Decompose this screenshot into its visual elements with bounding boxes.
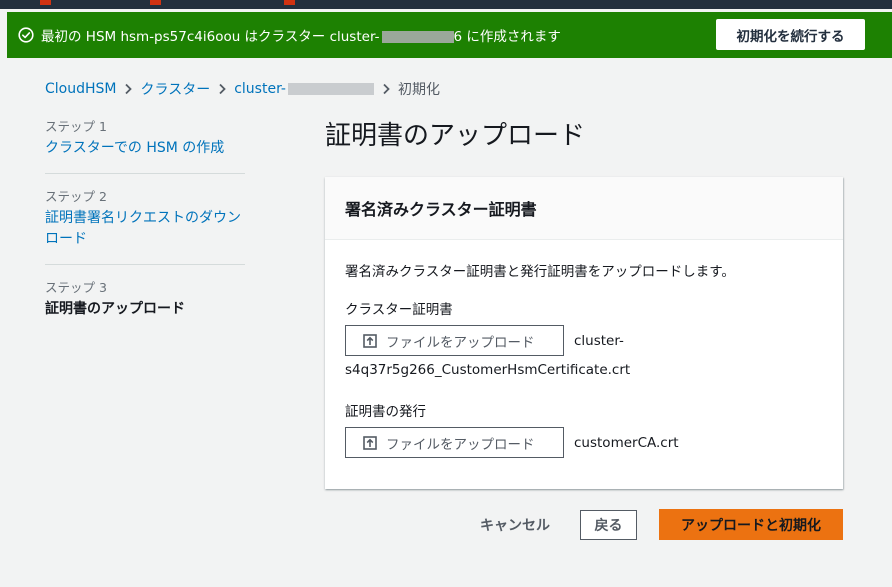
flash-message-prefix: 最初の HSM hsm-ps57c4i6oou はクラスター cluster- — [41, 29, 380, 45]
upload-button-label: ファイルをアップロード — [386, 436, 535, 453]
cluster-certificate-filename-cont: s4q37r5g266_CustomerHsmCertificate.crt — [345, 362, 631, 378]
success-flash-banner: 最初の HSM hsm-ps57c4i6oou はクラスター cluster- 6… — [7, 12, 892, 58]
breadcrumb-cluster-label: cluster- — [234, 81, 286, 97]
panel-description: 署名済みクラスター証明書と発行証明書をアップロードします。 — [345, 264, 735, 280]
issuing-certificate-row: ファイルをアップロード customerCA.crt — [345, 427, 823, 458]
upload-icon — [363, 435, 377, 450]
success-check-icon — [18, 27, 34, 43]
cluster-certificate-filename: cluster- — [574, 332, 624, 349]
issuing-certificate-filename: customerCA.crt — [574, 434, 679, 451]
flash-message-suffix: 6 に作成されます — [453, 29, 561, 45]
upload-and-initialize-button[interactable]: アップロードと初期化 — [659, 509, 843, 540]
cancel-button[interactable]: キャンセル — [470, 509, 560, 540]
top-bar-mark — [284, 0, 295, 5]
chevron-right-icon — [116, 83, 140, 95]
panel-header: 署名済みクラスター証明書 — [325, 177, 843, 240]
step-label: ステップ 3 — [45, 280, 107, 295]
wizard-step-3: ステップ 3 証明書のアップロード — [45, 279, 245, 334]
step-current-upload: 証明書のアップロード — [45, 301, 185, 317]
cluster-certificate-upload-button[interactable]: ファイルをアップロード — [345, 325, 564, 356]
wizard-step-1: ステップ 1 クラスターでの HSM の作成 — [45, 118, 245, 173]
continue-initialize-button[interactable]: 初期化を続行する — [716, 19, 865, 50]
back-button[interactable]: 戻る — [580, 510, 637, 540]
chevron-right-icon — [374, 83, 398, 95]
wizard-actions: キャンセル 戻る アップロードと初期化 — [0, 509, 892, 540]
breadcrumb: CloudHSM クラスター cluster- 初期化 — [45, 79, 440, 99]
panel-body: 署名済みクラスター証明書と発行証明書をアップロードします。 クラスター証明書 フ… — [325, 240, 843, 478]
breadcrumb-clusters[interactable]: クラスター — [140, 79, 210, 99]
redacted-cluster-id — [381, 31, 454, 43]
step-link-download-csr[interactable]: 証明書署名リクエストのダウンロード — [45, 208, 245, 250]
step-label: ステップ 1 — [45, 119, 107, 134]
step-divider — [45, 264, 245, 265]
cluster-certificate-label: クラスター証明書 — [345, 302, 453, 318]
step-label: ステップ 2 — [45, 189, 107, 204]
breadcrumb-cluster[interactable]: cluster- — [234, 81, 374, 97]
top-bar-mark — [150, 0, 161, 5]
cluster-certificate-row: ファイルをアップロード cluster- — [345, 325, 823, 356]
redacted-cluster-id — [288, 83, 374, 95]
upload-button-label: ファイルをアップロード — [386, 334, 535, 351]
breadcrumb-cloudhsm[interactable]: CloudHSM — [45, 81, 116, 97]
step-divider — [45, 173, 245, 174]
upload-icon — [363, 333, 377, 348]
breadcrumb-current: 初期化 — [398, 82, 440, 98]
step-link-create-hsm[interactable]: クラスターでの HSM の作成 — [45, 138, 245, 159]
page-title: 証明書のアップロード — [325, 121, 586, 151]
issuing-certificate-upload-button[interactable]: ファイルをアップロード — [345, 427, 564, 458]
wizard-steps: ステップ 1 クラスターでの HSM の作成 ステップ 2 証明書署名リクエスト… — [45, 118, 245, 334]
flash-message: 最初の HSM hsm-ps57c4i6oou はクラスター cluster- 6… — [41, 25, 561, 45]
chevron-right-icon — [210, 83, 234, 95]
console-top-bar — [0, 0, 892, 9]
wizard-step-2: ステップ 2 証明書署名リクエストのダウンロード — [45, 188, 245, 264]
signed-cluster-certificate-panel: 署名済みクラスター証明書 署名済みクラスター証明書と発行証明書をアップロードしま… — [325, 177, 843, 489]
top-bar-mark — [40, 0, 51, 5]
panel-title: 署名済みクラスター証明書 — [345, 200, 537, 219]
issuing-certificate-label: 証明書の発行 — [345, 404, 426, 420]
